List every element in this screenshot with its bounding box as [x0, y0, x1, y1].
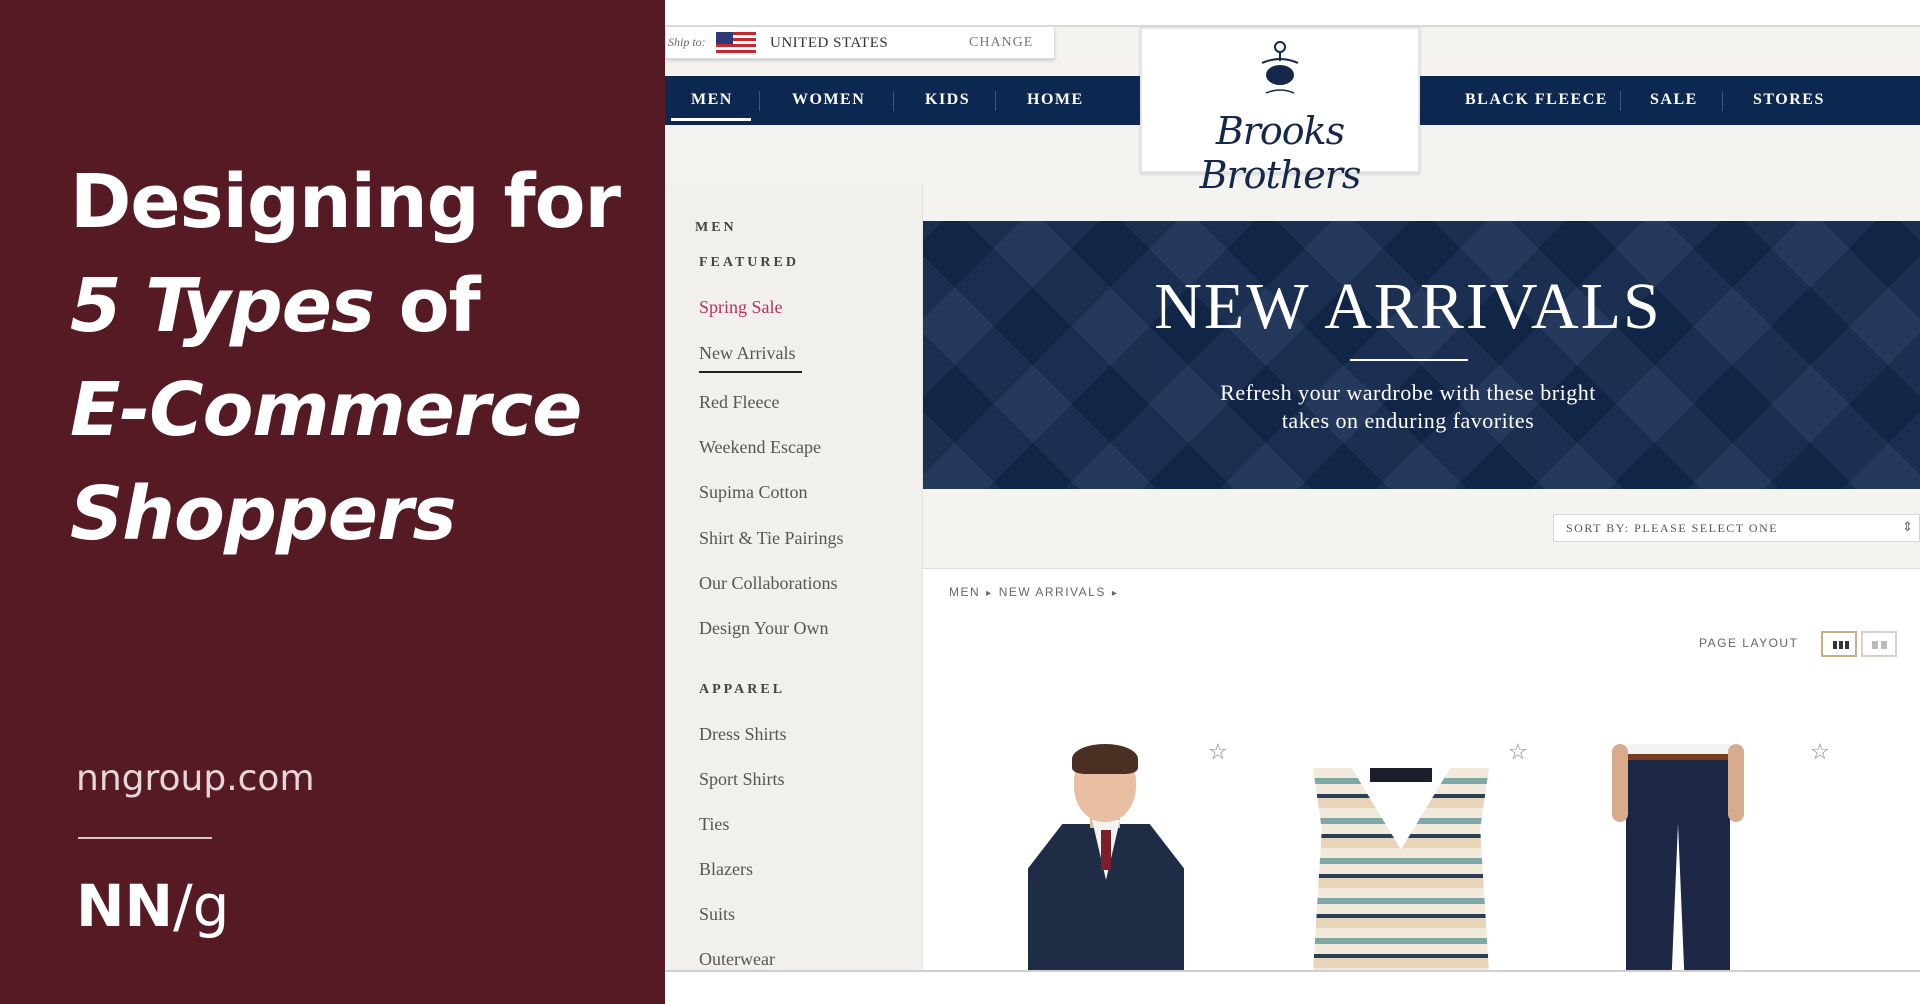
hero-subtitle: Refresh your wardrobe with these bright …: [923, 379, 1893, 435]
top-strip: [665, 0, 1920, 27]
nav-separator: [893, 91, 894, 111]
sidebar-link-sport-shirts[interactable]: Sport Shirts: [699, 769, 785, 790]
sidebar-section-men: MEN: [695, 220, 737, 235]
headline: Designing for 5 Types of E-Commerce Shop…: [70, 150, 650, 566]
column-bar-icon: [1881, 641, 1887, 649]
breadcrumb-chevron-icon: ▸: [1111, 588, 1119, 599]
headline-line-4: Shoppers: [70, 471, 457, 557]
layout-two-column-button[interactable]: [1861, 631, 1897, 657]
nng-logo-nn: NN: [76, 872, 174, 940]
page-layout-label: PAGE LAYOUT: [1699, 636, 1799, 650]
product-image-hair: [1072, 744, 1138, 774]
nav-men[interactable]: MEN: [691, 91, 733, 109]
nav-stores[interactable]: STORES: [1753, 91, 1825, 109]
sidebar-link-dress-shirts[interactable]: Dress Shirts: [699, 724, 787, 745]
sidebar-link-outerwear[interactable]: Outerwear: [699, 949, 775, 970]
product-image-arm: [1728, 744, 1744, 822]
select-arrows-icon: ⇕: [1902, 520, 1913, 535]
nav-separator: [995, 91, 996, 111]
breadcrumb-new-arrivals[interactable]: NEW ARRIVALS: [999, 585, 1106, 599]
column-bar-icon: [1839, 641, 1843, 649]
nav-women[interactable]: WOMEN: [792, 91, 865, 109]
sidebar-link-suits[interactable]: Suits: [699, 904, 735, 925]
ship-to-bar: Ship to: UNITED STATES CHANGE: [665, 27, 1055, 59]
sidebar-link-spring-sale[interactable]: Spring Sale: [699, 297, 783, 318]
product-image-label: [1370, 768, 1432, 782]
nav-sale[interactable]: SALE: [1650, 91, 1698, 109]
layout-three-column-button[interactable]: [1821, 631, 1857, 657]
sidebar-link-red-fleece[interactable]: Red Fleece: [699, 392, 779, 413]
ship-to-country: UNITED STATES: [770, 35, 889, 51]
nav-separator: [1722, 91, 1723, 111]
nav-separator: [759, 91, 760, 111]
favorite-star-icon[interactable]: ☆: [1508, 740, 1528, 765]
breadcrumb-men[interactable]: MEN: [949, 585, 980, 599]
us-flag-icon: [716, 32, 756, 54]
column-bar-icon: [1872, 641, 1878, 649]
sidebar-link-our-collaborations[interactable]: Our Collaborations: [699, 573, 837, 594]
sidebar-link-new-arrivals[interactable]: New Arrivals: [699, 343, 795, 364]
sort-select-label: SORT BY: PLEASE SELECT ONE: [1566, 521, 1779, 535]
sidebar-link-weekend-escape[interactable]: Weekend Escape: [699, 437, 821, 458]
hero-subtitle-line-1: Refresh your wardrobe with these bright: [1220, 380, 1596, 405]
nav-men-active-indicator: [671, 118, 751, 121]
sidebar-section-featured: FEATURED: [699, 255, 799, 270]
brand-name: Brooks Brothers: [1199, 109, 1362, 197]
headline-emphasis-types: 5 Types: [70, 263, 375, 349]
headline-line-1: Designing for: [70, 159, 621, 245]
headline-line-3: E-Commerce: [70, 367, 582, 453]
breadcrumb-chevron-icon: ▸: [986, 588, 993, 599]
hero-subtitle-line-2: takes on enduring favorites: [1281, 408, 1535, 433]
nng-logo: NN/g: [76, 872, 229, 940]
sidebar-section-apparel: APPAREL: [699, 682, 786, 697]
headline-line-2: 5 Types of: [70, 254, 650, 358]
sidebar-link-shirt-tie-pairings[interactable]: Shirt & Tie Pairings: [699, 528, 844, 549]
sidebar-link-blazers[interactable]: Blazers: [699, 859, 753, 880]
brand-logo[interactable]: Brooks Brothers: [1140, 27, 1420, 197]
sidebar-link-supima-cotton[interactable]: Supima Cotton: [699, 482, 808, 503]
favorite-star-icon[interactable]: ☆: [1208, 740, 1228, 765]
category-sidebar: MEN FEATURED Spring Sale New Arrivals Re…: [665, 184, 923, 972]
column-bar-icon: [1845, 641, 1849, 649]
nav-kids[interactable]: KIDS: [925, 91, 970, 109]
hero-banner[interactable]: NEW ARRIVALS Refresh your wardrobe with …: [923, 221, 1920, 489]
nav-separator: [1620, 91, 1621, 111]
breadcrumb: MEN ▸ NEW ARRIVALS ▸: [949, 585, 1124, 599]
sort-select[interactable]: SORT BY: PLEASE SELECT ONE ⇕: [1553, 514, 1920, 542]
divider: [78, 837, 212, 839]
product-image-arm: [1612, 744, 1628, 822]
sidebar-active-underline: [699, 371, 802, 373]
nav-black-fleece[interactable]: BLACK FLEECE: [1465, 91, 1608, 109]
ship-to-change-link[interactable]: CHANGE: [969, 35, 1033, 51]
favorite-star-icon[interactable]: ☆: [1810, 740, 1830, 765]
ship-to-label: Ship to:: [668, 35, 706, 49]
banner-panel: Designing for 5 Types of E-Commerce Shop…: [0, 0, 665, 1004]
column-bar-icon: [1833, 641, 1837, 649]
headline-of: of: [373, 263, 481, 349]
sidebar-link-ties[interactable]: Ties: [699, 814, 729, 835]
golden-fleece-icon: [1261, 41, 1299, 94]
hero-title: NEW ARRIVALS: [1154, 270, 1662, 343]
nng-logo-g: /g: [173, 872, 230, 940]
nav-home[interactable]: HOME: [1027, 91, 1084, 109]
product-image-tie: [1101, 830, 1111, 870]
site-url: nngroup.com: [76, 758, 315, 799]
sidebar-link-design-your-own[interactable]: Design Your Own: [699, 618, 829, 639]
screenshot-bottom-border: [665, 970, 1920, 972]
hero-divider: [1350, 359, 1468, 361]
